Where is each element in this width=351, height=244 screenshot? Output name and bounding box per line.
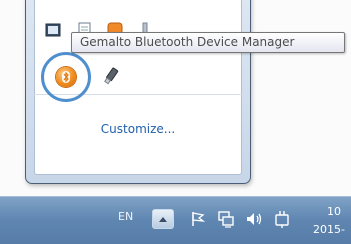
network-monitor-icon[interactable]	[45, 22, 61, 38]
customize-link[interactable]: Customize...	[26, 122, 250, 136]
action-center-flag-icon[interactable]	[190, 210, 206, 228]
volume-icon[interactable]	[245, 210, 265, 228]
usb-device-icon[interactable]	[101, 66, 121, 86]
clock-date[interactable]: 2015-	[313, 223, 345, 236]
bluetooth-rune-icon	[62, 71, 70, 83]
tooltip: Gemalto Bluetooth Device Manager	[71, 32, 345, 53]
gemalto-bluetooth-icon[interactable]	[56, 67, 76, 87]
taskbar: EN 10 2015-	[0, 196, 351, 244]
network-icon[interactable]	[217, 210, 235, 228]
language-indicator[interactable]: EN	[118, 210, 133, 223]
chevron-up-icon	[159, 216, 167, 222]
power-plug-icon[interactable]	[273, 210, 291, 228]
clock-time[interactable]: 10	[327, 205, 341, 218]
show-hidden-icons-button[interactable]	[152, 209, 174, 229]
